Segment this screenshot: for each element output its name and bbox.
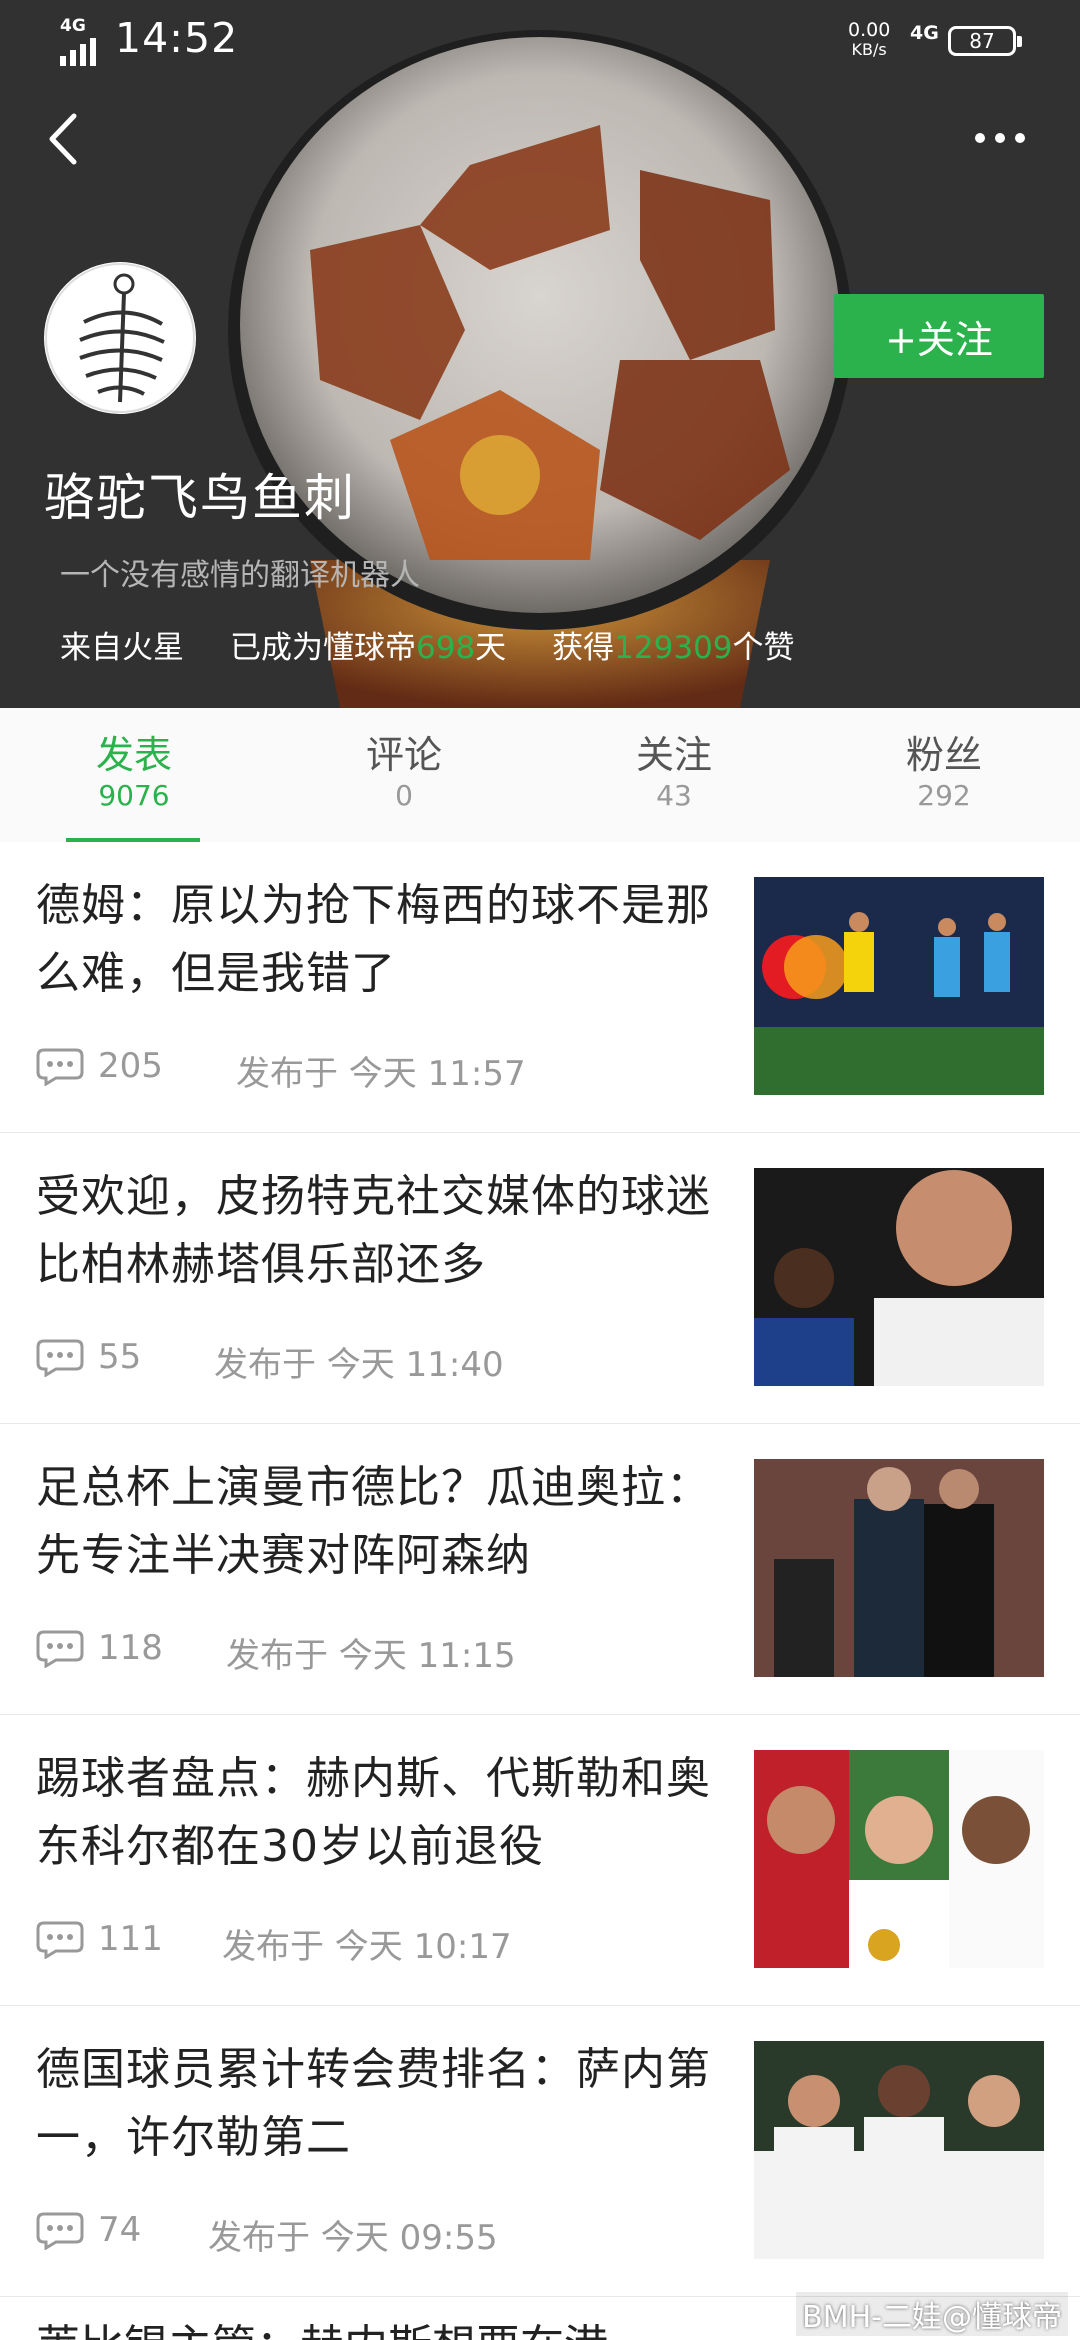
tab-count: 9076 [98, 779, 170, 812]
tab-fans[interactable]: 粉丝 292 [844, 732, 1044, 814]
tab-count: 292 [917, 779, 971, 812]
comment-count: 74 [98, 2210, 142, 2250]
network-type: 4G [910, 22, 939, 44]
article-thumbnail [754, 877, 1044, 1095]
article-thumbnail [754, 1168, 1044, 1386]
speed-unit: KB/s [851, 40, 887, 59]
more-options-icon[interactable] [970, 118, 1030, 158]
profile-tabs: 发表 9076 评论 0 关注 43 粉丝 292 [0, 708, 1080, 843]
profile-header: 4G 14:52 0.00 KB/s 4G 87 +关注 骆驼飞鸟鱼刺 一个没有… [0, 0, 1080, 708]
list-item[interactable]: 踢球者盘点：赫内斯、代斯勒和奥东科尔都在30岁以前退役 111 发布于 今天 1… [0, 1715, 1080, 2006]
comment-count: 55 [98, 1337, 142, 1377]
days-prefix: 已成为懂球帝 [230, 630, 416, 666]
tab-following[interactable]: 关注 43 [574, 732, 774, 814]
watermark: BMH-二娃@懂球帝 [796, 2292, 1068, 2336]
tab-label: 关注 [635, 733, 712, 777]
publish-time: 发布于 今天 09:55 [208, 2218, 498, 2258]
tab-comments[interactable]: 评论 0 [304, 732, 504, 814]
article-title: 受欢迎，皮扬特克社交媒体的球迷比柏林赫塔俱乐部还多 [36, 1171, 711, 1290]
network-label: 4G [60, 16, 86, 36]
tab-count: 43 [656, 779, 692, 812]
likes-value: 129309 [614, 630, 733, 666]
list-item[interactable]: 受欢迎，皮扬特克社交媒体的球迷比柏林赫塔俱乐部还多 55 发布于 今天 11:4… [0, 1133, 1080, 1424]
tab-label: 粉丝 [905, 733, 982, 777]
location: 来自火星 [60, 630, 184, 666]
comment-icon [36, 1630, 84, 1668]
list-item[interactable]: 足总杯上演曼市德比？瓜迪奥拉：先专注半决赛对阵阿森纳 118 发布于 今天 11… [0, 1424, 1080, 1715]
publish-time: 发布于 今天 10:17 [222, 1927, 512, 1967]
article-thumbnail [754, 1750, 1044, 1968]
tab-label: 发表 [95, 733, 172, 777]
comment-icon [36, 1339, 84, 1377]
comment-icon [36, 2212, 84, 2250]
likes-suffix: 个赞 [732, 630, 795, 666]
days-suffix: 天 [475, 630, 507, 666]
network-speed: 0.00 KB/s [848, 20, 890, 60]
article-title: 足总杯上演曼市德比？瓜迪奥拉：先专注半决赛对阵阿森纳 [36, 1462, 711, 1581]
article-thumbnail [754, 2041, 1044, 2259]
comment-count: 118 [98, 1628, 163, 1668]
user-bio: 一个没有感情的翻译机器人 [60, 558, 420, 593]
username: 骆驼飞鸟鱼刺 [44, 469, 356, 527]
article-title-partial[interactable]: 莱比锡主管：赫内斯想要在港 [36, 2310, 608, 2340]
user-stats: 来自火星 已成为懂球帝698天 获得129309个赞 [60, 622, 795, 667]
publish-time: 发布于 今天 11:15 [226, 1636, 516, 1676]
comment-count: 111 [98, 1919, 163, 1959]
list-item[interactable]: 德姆：原以为抢下梅西的球不是那么难，但是我错了 205 发布于 今天 11:57 [0, 842, 1080, 1133]
battery-level: 87 [969, 29, 995, 53]
fishbone-avatar-icon [45, 263, 195, 413]
publish-time: 发布于 今天 11:57 [236, 1054, 526, 1094]
article-list: 德姆：原以为抢下梅西的球不是那么难，但是我错了 205 发布于 今天 11:57… [0, 842, 1080, 2297]
article-thumbnail [754, 1459, 1044, 1677]
tab-posts[interactable]: 发表 9076 [34, 732, 234, 814]
article-title: 德国球员累计转会费排名：萨内第一，许尔勒第二 [36, 2044, 711, 2163]
likes-prefix: 获得 [552, 630, 615, 666]
back-arrow-icon[interactable] [40, 106, 90, 172]
comment-icon [36, 1048, 84, 1086]
tab-count: 0 [395, 779, 413, 812]
publish-time: 发布于 今天 11:40 [214, 1345, 504, 1385]
article-title: 踢球者盘点：赫内斯、代斯勒和奥东科尔都在30岁以前退役 [36, 1753, 711, 1872]
comment-count: 205 [98, 1046, 163, 1086]
list-item[interactable]: 德国球员累计转会费排名：萨内第一，许尔勒第二 74 发布于 今天 09:55 [0, 2006, 1080, 2297]
article-title: 德姆：原以为抢下梅西的球不是那么难，但是我错了 [36, 880, 711, 999]
avatar[interactable] [44, 262, 196, 414]
status-bar: 4G 14:52 0.00 KB/s 4G 87 [0, 0, 1080, 84]
speed-value: 0.00 [848, 19, 891, 41]
days-value: 698 [416, 630, 476, 666]
comment-icon [36, 1921, 84, 1959]
follow-button[interactable]: +关注 [834, 294, 1044, 378]
tab-label: 评论 [365, 733, 442, 777]
clock: 14:52 [115, 14, 239, 62]
signal-icon [60, 38, 96, 66]
battery-icon: 87 [948, 26, 1022, 56]
